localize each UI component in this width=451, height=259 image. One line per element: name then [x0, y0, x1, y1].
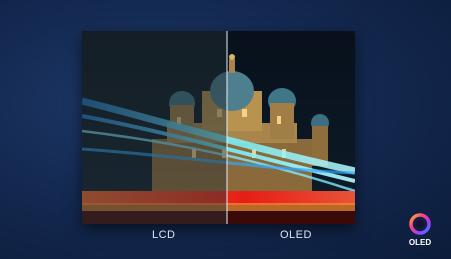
lcd-label: LCD	[152, 229, 176, 241]
oled-logo-text: OLED	[408, 238, 432, 247]
oled-label: OLED	[280, 229, 312, 241]
lcd-half-overlay	[82, 31, 227, 224]
city-night-image	[82, 31, 355, 224]
oled-ring-icon	[409, 213, 431, 235]
tv-screen	[82, 31, 355, 224]
oled-logo: OLED	[405, 213, 435, 251]
